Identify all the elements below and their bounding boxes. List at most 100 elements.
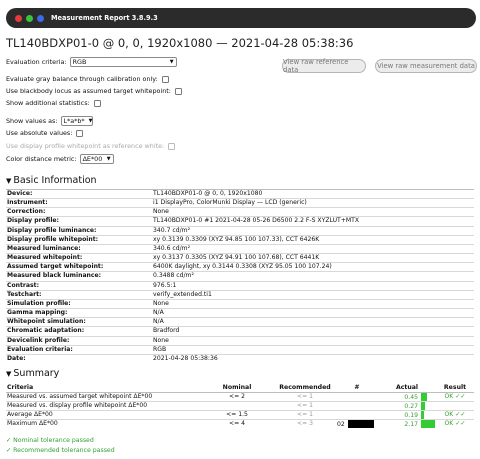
count-cell: 02 [336, 419, 378, 428]
info-row: Measured luminance: 340.6 cd/m² [6, 244, 474, 253]
info-key: Display profile whitepoint: [7, 235, 99, 243]
info-row: Simulation profile: None [6, 299, 474, 308]
blackbody-row: Use blackbody locus as assumed target wh… [6, 87, 182, 95]
info-value: N/A [153, 318, 164, 326]
info-key: Assumed target whitepoint: [7, 263, 104, 271]
report-title: TL140BDXP01-0 @ 0, 0, 1920x1080 — 2021-0… [6, 36, 354, 50]
nominal-header: Nominal [222, 384, 252, 392]
basic-info-heading: Basic Information [13, 175, 97, 186]
actual-bar [421, 401, 425, 410]
info-key: Measured luminance: [7, 244, 81, 252]
additional-stats-checkbox[interactable] [93, 99, 101, 107]
basic-info-toggle[interactable]: ▼ Basic Information [6, 175, 97, 186]
info-value: None [153, 208, 169, 216]
info-value: i1 DisplayPro, ColorMunki Display — LCD … [153, 199, 307, 207]
result-cell [436, 401, 474, 410]
info-row: Contrast: 976.5:1 [6, 281, 474, 290]
info-value: TL140BDXP01-0 #1 2021-04-28 05-26 D6500 … [153, 217, 360, 225]
info-key: Date: [7, 354, 26, 362]
info-row: Assumed target whitepoint: 6400K daylight… [6, 262, 474, 272]
actual-cell: 2.17 [378, 419, 436, 428]
chevron-down-icon: ▼ [88, 118, 93, 124]
view-raw-reference-button[interactable]: View raw reference data [282, 58, 366, 74]
actual-value: 0.45 [404, 393, 418, 401]
criteria-cell: Measured vs. assumed target whitepoint Δ… [7, 393, 153, 400]
info-value: verify_extended.ti1 [153, 290, 212, 298]
info-row: Whitepoint simulation: N/A [6, 317, 474, 327]
info-key: Instrument: [7, 199, 48, 207]
actual-cell: 0.45 [378, 392, 436, 401]
recommended-passed-note: ✓ Recommended tolerance passed [6, 447, 115, 454]
view-raw-measurement-button[interactable]: View raw measurement data [375, 59, 477, 73]
info-key: Measured black luminance: [7, 272, 102, 280]
basic-info-table: Device: TL140BDXP01-0 @ 0, 0, 1920x1080 In… [6, 189, 474, 363]
info-value: xy 0.3139 0.3309 (XYZ 94.85 100 107.33),… [153, 235, 320, 243]
evaluation-criteria-select[interactable]: RGB ▼ [69, 57, 177, 67]
info-key: Display profile luminance: [7, 226, 97, 234]
info-key: Gamma mapping: [7, 309, 68, 317]
info-row: Display profile luminance: 340.7 cd/m² [6, 226, 474, 235]
info-value: 340.6 cd/m² [153, 244, 191, 252]
color-distance-select[interactable]: ΔE*00 ▼ [79, 154, 114, 164]
maximize-window-icon[interactable] [26, 14, 33, 22]
display-profile-wp-row: Use display profile whitepoint as refere… [6, 142, 176, 150]
info-row: Testchart: verify_extended.ti1 [6, 290, 474, 299]
recommended-cell: <= 1 [296, 411, 314, 418]
result-cell: OK ✓✓ [444, 420, 466, 428]
summary-row: Measured vs. display profile whitepoint … [6, 401, 474, 410]
gray-balance-checkbox[interactable] [161, 75, 169, 83]
info-value: 6400K daylight, xy 0.3144 0.3308 (XYZ 95… [153, 263, 332, 271]
absolute-values-row: Use absolute values: [6, 129, 84, 137]
close-window-icon[interactable] [15, 14, 22, 22]
triangle-down-icon: ▼ [6, 370, 12, 378]
nominal-passed-note: ✓ Nominal tolerance passed [6, 437, 94, 444]
actual-header: Actual [395, 384, 419, 392]
absolute-values-label: Use absolute values: [6, 129, 73, 137]
blackbody-checkbox[interactable] [174, 87, 182, 95]
count-cell [336, 401, 378, 410]
info-row: Measured black luminance: 0.3488 cd/m² [6, 271, 474, 281]
worst-patch-swatch [347, 419, 374, 428]
criteria-cell: Average ΔE*00 [7, 411, 53, 418]
info-row: Correction: None [6, 207, 474, 217]
actual-cell: 0.27 [378, 401, 436, 410]
info-key: Devicelink profile: [7, 336, 70, 344]
chevron-down-icon: ▼ [169, 59, 174, 65]
info-row: Display profile whitepoint: xy 0.3139 0.3… [6, 235, 474, 244]
info-value: 340.7 cd/m² [153, 226, 191, 234]
info-value: 976.5:1 [153, 281, 177, 289]
window-title: Measurement Report 3.8.9.3 [51, 14, 158, 22]
display-profile-wp-checkbox [168, 142, 176, 150]
actual-cell: 0.19 [378, 410, 436, 419]
info-key: Simulation profile: [7, 299, 71, 307]
info-key: Device: [7, 190, 33, 197]
show-values-label: Show values as: [6, 117, 58, 125]
gray-balance-row: Evaluate gray balance through calibratio… [6, 75, 169, 83]
absolute-values-checkbox[interactable] [76, 129, 84, 137]
info-key: Measured whitepoint: [7, 254, 83, 262]
color-distance-label: Color distance metric: [6, 155, 77, 163]
info-value: 2021-04-28 05:38:36 [153, 354, 218, 362]
info-value: 0.3488 cd/m² [153, 272, 194, 280]
additional-stats-row: Show additional statistics: [6, 99, 101, 107]
minimize-window-icon[interactable] [37, 14, 44, 22]
info-row: Measured whitepoint: xy 0.3137 0.3305 (XY… [6, 253, 474, 263]
info-row: Devicelink profile: None [6, 336, 474, 345]
info-row: Date: 2021-04-28 05:38:36 [6, 354, 474, 363]
summary-toggle[interactable]: ▼ Summary [6, 368, 59, 379]
evaluation-criteria-value: RGB [72, 58, 87, 66]
info-value: None [153, 299, 169, 307]
count-cell [336, 410, 378, 419]
info-row: Chromatic adaptation: Bradford [6, 326, 474, 336]
show-values-select[interactable]: L*a*b* ▼ [60, 116, 93, 126]
actual-value: 2.17 [404, 420, 418, 428]
info-key: Chromatic adaptation: [7, 327, 85, 335]
info-key: Whitepoint simulation: [7, 318, 86, 326]
recommended-cell: <= 3 [296, 420, 314, 428]
info-row: Device: TL140BDXP01-0 @ 0, 0, 1920x1080 [6, 189, 474, 199]
triangle-down-icon: ▼ [6, 177, 12, 185]
evaluation-criteria-label: Evaluation criteria: [6, 58, 67, 66]
info-row: Gamma mapping: N/A [6, 308, 474, 318]
color-distance-value: ΔE*00 [82, 155, 103, 163]
info-row: Evaluation criteria: RGB [6, 345, 474, 354]
